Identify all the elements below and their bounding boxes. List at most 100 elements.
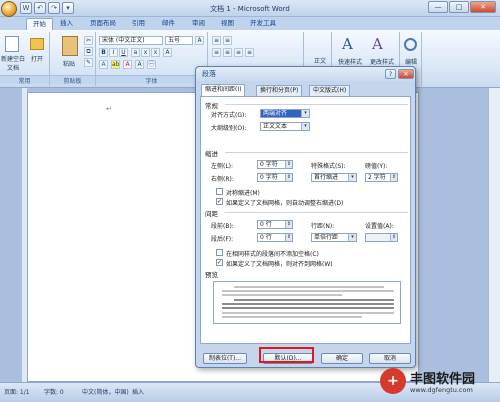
mirror-indent-checkbox[interactable] [216,188,223,195]
indents-spacing-panel: 常规 对齐方式(G): 两端对齐 ▾ 大纲级别(O): 正文文本 ▾ 缩进 左侧… [200,96,411,344]
spacing-divider [225,212,408,213]
group-label-font: 字体 [96,75,207,85]
new-document-icon [5,36,19,52]
copy-icon[interactable]: ⧉ [84,47,93,56]
font-size-select[interactable]: 五号 [165,36,193,45]
general-heading: 常规 [205,102,218,110]
spacing-at-input[interactable]: ⇕ [365,233,398,242]
align-center-icon[interactable]: ≡ [223,48,232,57]
spinner-icon[interactable]: ⇕ [285,174,292,181]
format-painter-icon[interactable]: ✎ [84,58,93,67]
watermark: + 丰图软件园 www.dgfengtu.com [380,366,498,400]
special-indent-label: 特殊格式(S): [311,163,346,170]
status-page[interactable]: 页面: 1/1 [4,387,30,396]
font-color-icon[interactable]: A [123,60,132,69]
chevron-down-icon: ▾ [348,174,356,181]
group-label-clipboard: 剪贴板 [50,75,95,85]
body-text-style[interactable]: 正文 [310,56,330,65]
left-indent-label: 左侧(L): [211,163,234,170]
indent-divider [225,152,408,153]
editing-button[interactable]: 编辑 [401,57,421,66]
maximize-button[interactable]: □ [449,1,469,13]
space-before-input[interactable]: 0 行 ⇕ [257,220,293,229]
align-right-icon[interactable]: ≡ [234,48,243,57]
grow-font-icon[interactable]: A [195,36,204,45]
justify-icon[interactable]: ≡ [245,48,254,57]
change-styles-button[interactable]: 更改样式 [366,57,398,66]
highlight-icon[interactable]: ab [111,60,120,69]
paste-button[interactable]: 粘贴 [56,59,82,68]
spinner-icon[interactable]: ⇕ [285,161,292,168]
font-name-select[interactable]: 宋体 (中文正文) [99,36,163,45]
cut-icon[interactable]: ✂ [84,36,93,45]
tabs-button[interactable]: 制表位(T)... [203,353,247,364]
left-indent-value: 0 字符 [260,161,278,168]
indent-by-value: 2 字符 [368,174,386,181]
outline-level-select[interactable]: 正文文本 ▾ [260,122,310,131]
dialog-close-button[interactable]: ✕ [398,69,414,79]
snap-to-grid-checkbox[interactable]: ✓ [216,259,223,266]
subscript-icon[interactable]: x [141,48,150,57]
tab-view[interactable]: 视图 [215,18,240,30]
status-words[interactable]: 字数: 0 [44,387,64,396]
close-button[interactable]: ✕ [470,1,496,13]
tab-home[interactable]: 开始 [26,18,53,30]
vertical-scrollbar[interactable] [488,88,500,382]
line-spacing-select[interactable]: 单倍行距 ▾ [311,233,357,242]
space-before-label: 段前(B): [211,223,234,230]
group-font: 宋体 (中文正文) 五号 A B I U a x x A A ab A A ㊀ … [96,32,208,86]
tab-page-layout[interactable]: 页面布局 [84,18,122,30]
alignment-select[interactable]: 两端对齐 ▾ [260,109,310,118]
space-after-input[interactable]: 0 行 ⇕ [257,233,293,242]
superscript-icon[interactable]: x [151,48,160,57]
text-effect-icon[interactable]: A [99,60,108,69]
quick-styles-button[interactable]: 快速样式 [334,57,366,66]
special-indent-select[interactable]: 首行缩进 ▾ [311,173,357,182]
chevron-down-icon: ▾ [348,234,356,241]
spacing-at-label: 设置值(A): [365,223,394,230]
paragraph-mark: ↵ [106,105,112,113]
char-shading-icon[interactable]: A [135,60,144,69]
bullets-icon[interactable]: ≡ [212,36,221,45]
spinner-icon[interactable]: ⇕ [285,221,292,228]
tab-developer[interactable]: 开发工具 [244,18,282,30]
italic-icon[interactable]: I [109,48,118,57]
align-left-icon[interactable]: ≡ [212,48,221,57]
dialog-help-button[interactable]: ? [385,69,396,79]
tab-mailings[interactable]: 邮件 [156,18,181,30]
numbering-icon[interactable]: ≡ [223,36,232,45]
auto-adjust-checkbox[interactable]: ✓ [216,198,223,205]
spinner-icon[interactable]: ⇕ [390,234,397,241]
minimize-button[interactable]: — [428,1,448,13]
tab-review[interactable]: 审阅 [186,18,211,30]
outline-level-value: 正文文本 [263,123,288,130]
tab-asian-typography[interactable]: 中文版式(H) [309,85,351,96]
indent-heading: 缩进 [205,150,218,158]
cancel-button[interactable]: 取消 [369,353,411,364]
spinner-icon[interactable]: ⇕ [390,174,397,181]
indent-by-input[interactable]: 2 字符 ⇕ [365,173,398,182]
spinner-icon[interactable]: ⇕ [285,234,292,241]
tab-references[interactable]: 引用 [126,18,151,30]
tab-indents-spacing[interactable]: 缩进和间距(I) [201,84,246,96]
status-insert-mode[interactable]: 插入 [132,387,144,396]
enclose-char-icon[interactable]: ㊀ [147,60,156,69]
left-indent-input[interactable]: 0 字符 ⇕ [257,160,293,169]
no-space-same-style-checkbox[interactable] [216,249,223,256]
spacing-heading: 间距 [205,210,218,218]
tab-insert[interactable]: 插入 [54,18,79,30]
right-indent-input[interactable]: 0 字符 ⇕ [257,173,293,182]
no-space-same-style-label: 在相同样式的段落间不添加空格(C) [226,251,319,258]
status-language[interactable]: 中文(简体，中国) [82,387,129,396]
bold-icon[interactable]: B [99,48,108,57]
underline-icon[interactable]: U [119,48,128,57]
change-case-icon[interactable]: A [163,48,172,57]
group-clipboard: 粘贴 ✂ ⧉ ✎ 剪贴板 [50,32,96,86]
ok-button[interactable]: 确定 [321,353,363,364]
new-document-button[interactable]: 新建空白文档 [1,54,25,72]
open-button[interactable]: 打开 [27,54,47,63]
tab-line-page-breaks[interactable]: 换行和分页(P) [256,85,303,96]
strikethrough-icon[interactable]: a [131,48,140,57]
line-spacing-value: 单倍行距 [314,234,339,241]
chevron-down-icon: ▾ [301,110,309,117]
